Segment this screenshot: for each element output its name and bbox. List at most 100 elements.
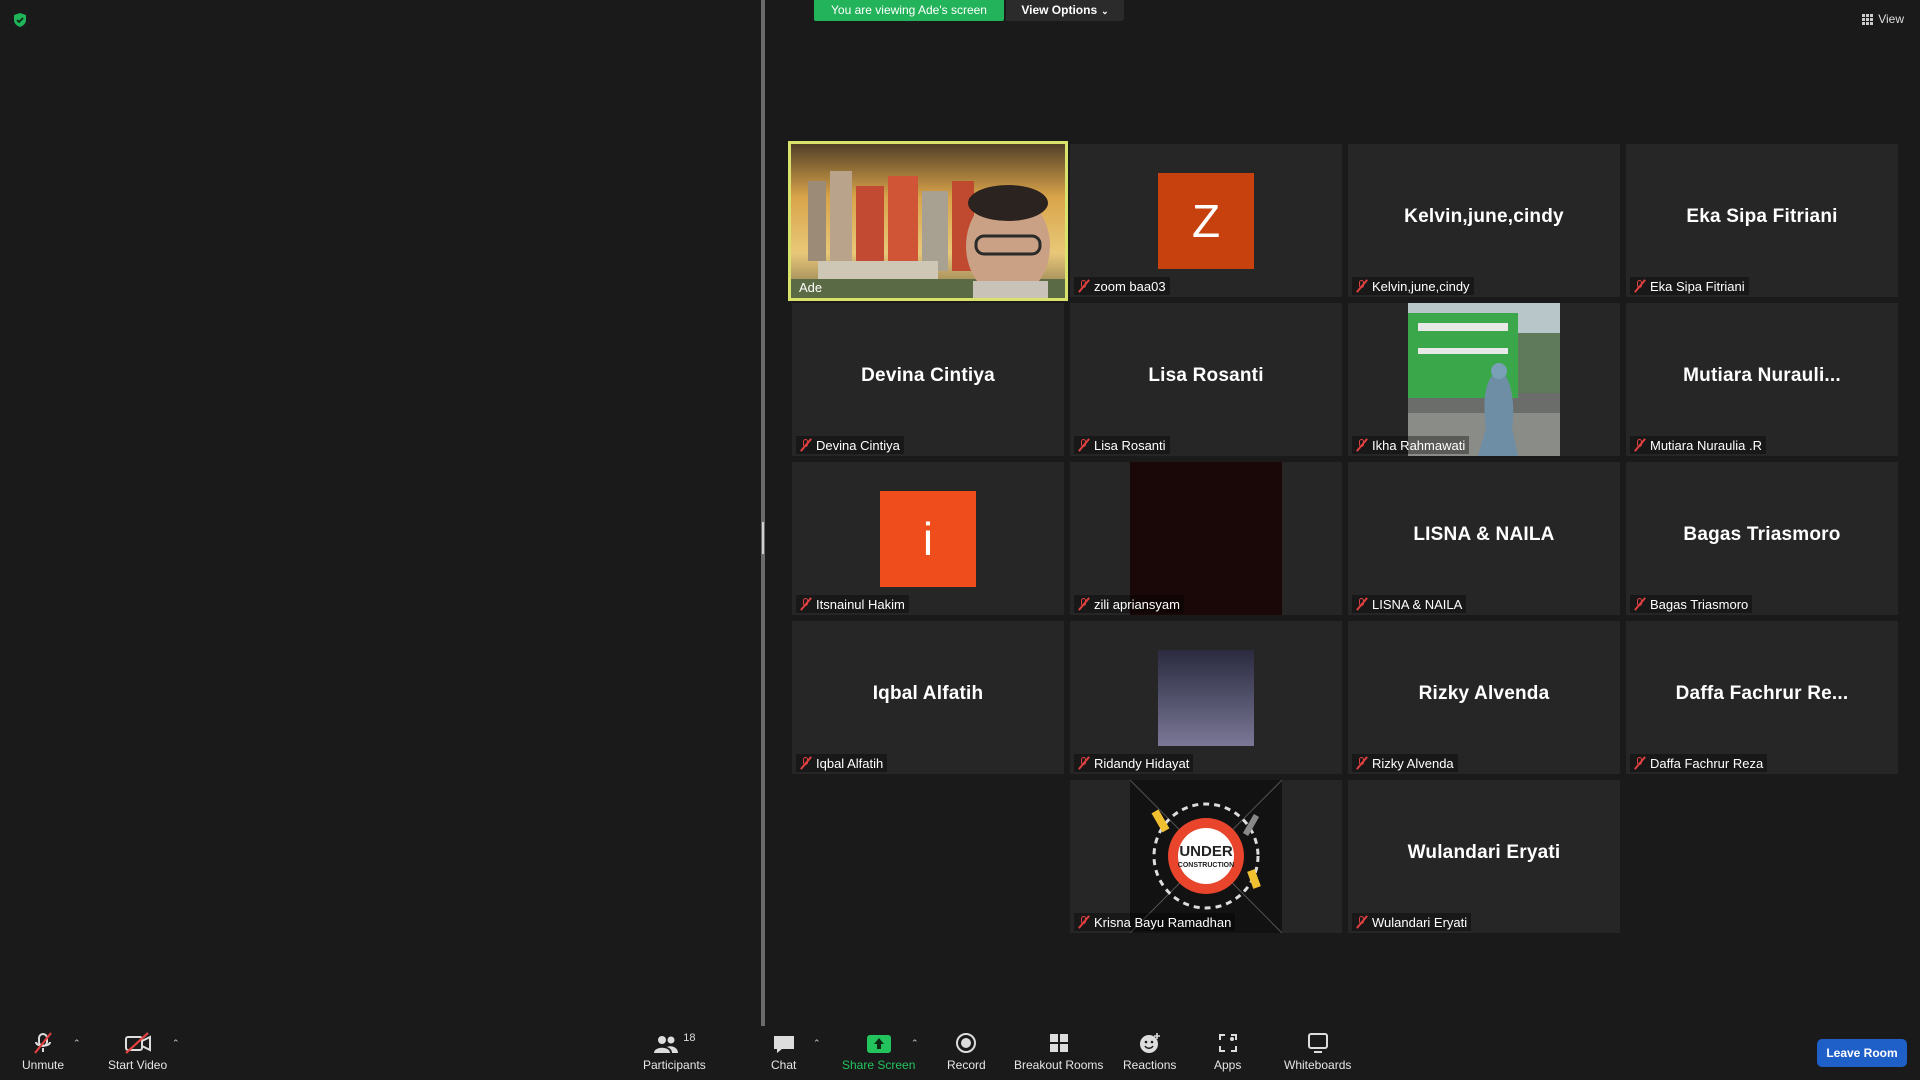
- unmute-button[interactable]: Unmute: [22, 1032, 64, 1072]
- mic-muted-icon: [800, 438, 812, 452]
- whiteboards-label: Whiteboards: [1284, 1058, 1352, 1072]
- participant-name: Mutiara Nuraulia .R: [1650, 437, 1762, 453]
- mic-muted-icon: [1356, 756, 1368, 770]
- leave-room-button[interactable]: Leave Room: [1817, 1039, 1907, 1067]
- view-options-button[interactable]: View Options ⌄: [1006, 0, 1124, 21]
- chat-label: Chat: [771, 1058, 797, 1072]
- participant-tile[interactable]: i Itsnainul Hakim: [792, 462, 1064, 615]
- breakout-rooms-button[interactable]: Breakout Rooms: [1014, 1032, 1103, 1072]
- participant-tile[interactable]: UNDER CONSTRUCTION Krisna Bayu Ramadhan: [1070, 780, 1342, 933]
- participant-tile[interactable]: zili apriansyam: [1070, 462, 1342, 615]
- mic-muted-icon: [1634, 438, 1646, 452]
- participant-tile-ade[interactable]: Ade: [788, 141, 1068, 301]
- split-divider[interactable]: [761, 0, 765, 1026]
- record-button[interactable]: Record: [947, 1032, 986, 1072]
- participant-tile[interactable]: Ridandy Hidayat: [1070, 621, 1342, 774]
- record-label: Record: [947, 1058, 986, 1072]
- participant-name-label: Iqbal Alfatih: [796, 754, 888, 772]
- participant-name: Iqbal Alfatih: [816, 755, 884, 771]
- participants-label: Participants: [643, 1058, 706, 1072]
- mic-muted-icon: [1356, 597, 1368, 611]
- participant-name-label: Krisna Bayu Ramadhan: [1074, 913, 1236, 931]
- mic-muted-icon: [1078, 438, 1090, 452]
- mic-muted-icon: [1356, 279, 1368, 293]
- participant-name: Kelvin,june,cindy: [1372, 278, 1470, 294]
- apps-icon: [1218, 1034, 1237, 1052]
- unmute-label: Unmute: [22, 1058, 65, 1072]
- participant-name-label: Lisa Rosanti: [1074, 436, 1170, 454]
- whiteboards-button[interactable]: Whiteboards: [1284, 1032, 1351, 1072]
- participant-display-name: Bagas Triasmoro: [1683, 524, 1841, 545]
- share-screen-icon: [866, 1035, 891, 1053]
- mic-muted-icon: [1078, 279, 1090, 293]
- meeting-toolbar: Unmute ⌃ Start Video ⌃ 18 Participants C…: [0, 1026, 1920, 1080]
- participant-display-name: Daffa Fachrur Re...: [1675, 683, 1849, 704]
- chat-button[interactable]: Chat: [771, 1032, 796, 1072]
- viewing-screen-banner: You are viewing Ade's screen: [814, 0, 1004, 21]
- share-screen-label: Share Screen: [842, 1058, 916, 1072]
- participant-display-name: Wulandari Eryati: [1407, 842, 1561, 863]
- audio-options-chevron-icon[interactable]: ⌃: [73, 1038, 81, 1049]
- participant-tile[interactable]: Z zoom baa03: [1070, 144, 1342, 297]
- reactions-button[interactable]: Reactions: [1123, 1032, 1176, 1072]
- participant-name: Wulandari Eryati: [1372, 914, 1468, 930]
- participant-tile[interactable]: Wulandari Eryati Wulandari Eryati: [1348, 780, 1620, 933]
- participant-name: Bagas Triasmoro: [1650, 596, 1749, 612]
- chevron-down-icon: ⌄: [1101, 6, 1109, 16]
- participant-tile[interactable]: Ikha Rahmawati: [1348, 303, 1620, 456]
- participant-name: LISNA & NAILA: [1372, 596, 1463, 612]
- participant-name-label: zili apriansyam: [1074, 595, 1184, 613]
- participant-display-name: Rizky Alvenda: [1418, 683, 1550, 704]
- grid-view-icon: [1862, 13, 1874, 25]
- participant-name: zoom baa03: [1094, 278, 1166, 294]
- participant-tile[interactable]: LISNA & NAILA LISNA & NAILA: [1348, 462, 1620, 615]
- security-shield-icon[interactable]: [12, 12, 28, 28]
- mic-muted-icon: [1634, 597, 1646, 611]
- participants-icon: [654, 1036, 679, 1053]
- avatar: [1158, 649, 1254, 746]
- participant-name-label: Daffa Fachrur Reza: [1630, 754, 1768, 772]
- view-layout-button[interactable]: View: [1862, 12, 1904, 26]
- split-divider-handle[interactable]: [762, 522, 764, 554]
- video-camera-off-icon: [124, 1032, 151, 1054]
- participant-tile[interactable]: Eka Sipa Fitriani Eka Sipa Fitriani: [1626, 144, 1898, 297]
- participant-name-label: zoom baa03: [1074, 277, 1170, 295]
- participant-display-name: Mutiara Nurauli...: [1683, 365, 1841, 386]
- participant-name-label: Mutiara Nuraulia .R: [1630, 436, 1766, 454]
- participant-tile[interactable]: Daffa Fachrur Re... Daffa Fachrur Reza: [1626, 621, 1898, 774]
- avatar: Z: [1158, 172, 1254, 269]
- participant-name: Devina Cintiya: [816, 437, 900, 453]
- participant-name: Ridandy Hidayat: [1094, 755, 1190, 771]
- mic-muted-icon: [1356, 438, 1368, 452]
- reactions-label: Reactions: [1123, 1058, 1177, 1072]
- participant-name-label: Bagas Triasmoro: [1630, 595, 1753, 613]
- breakout-rooms-label: Breakout Rooms: [1014, 1058, 1104, 1072]
- chat-options-chevron-icon[interactable]: ⌃: [813, 1038, 821, 1049]
- participant-name: Itsnainul Hakim: [816, 596, 905, 612]
- participant-name: Rizky Alvenda: [1372, 755, 1454, 771]
- apps-button[interactable]: Apps: [1214, 1032, 1241, 1072]
- mic-muted-icon: [1078, 915, 1090, 929]
- participant-tile[interactable]: Iqbal Alfatih Iqbal Alfatih: [792, 621, 1064, 774]
- profile-photo: [1408, 303, 1560, 456]
- participant-tile[interactable]: Kelvin,june,cindy Kelvin,june,cindy: [1348, 144, 1620, 297]
- avatar-letter: i: [922, 512, 934, 565]
- share-screen-button[interactable]: Share Screen: [842, 1032, 915, 1072]
- participant-tile[interactable]: Lisa Rosanti Lisa Rosanti: [1070, 303, 1342, 456]
- mic-muted-icon: [1078, 756, 1090, 770]
- reactions-smiley-icon: [1139, 1033, 1160, 1053]
- participant-tile[interactable]: Devina Cintiya Devina Cintiya: [792, 303, 1064, 456]
- participant-display-name: Iqbal Alfatih: [872, 683, 984, 704]
- participant-tile[interactable]: Bagas Triasmoro Bagas Triasmoro: [1626, 462, 1898, 615]
- participant-display-name: Kelvin,june,cindy: [1404, 206, 1564, 227]
- share-options-chevron-icon[interactable]: ⌃: [911, 1038, 919, 1049]
- participant-tile[interactable]: Rizky Alvenda Rizky Alvenda: [1348, 621, 1620, 774]
- participant-name-label: Rizky Alvenda: [1352, 754, 1458, 772]
- video-options-chevron-icon[interactable]: ⌃: [172, 1038, 180, 1049]
- start-video-button[interactable]: Start Video: [108, 1032, 167, 1072]
- mic-muted-icon: [1634, 756, 1646, 770]
- svg-text:UNDER: UNDER: [1179, 843, 1233, 860]
- participant-name: zili apriansyam: [1094, 596, 1180, 612]
- participants-button[interactable]: 18 Participants: [643, 1032, 706, 1072]
- participant-tile[interactable]: Mutiara Nurauli... Mutiara Nuraulia .R: [1626, 303, 1898, 456]
